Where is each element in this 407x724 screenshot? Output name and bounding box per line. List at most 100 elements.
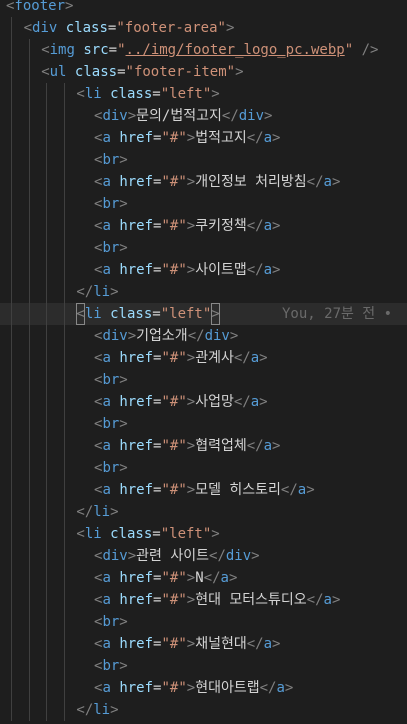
- code-line[interactable]: <li class="left">: [0, 523, 407, 545]
- indent-guide: [64, 479, 65, 501]
- indent-guide: [11, 589, 12, 611]
- code-token: 법적고지: [195, 130, 247, 146]
- code-text: <br>: [94, 149, 128, 171]
- code-text: </li>: [76, 699, 118, 721]
- code-line[interactable]: <br>: [0, 193, 407, 215]
- code-token: "#": [161, 174, 187, 190]
- indent-guide: [11, 237, 12, 259]
- code-line[interactable]: <a href="#">협력업체</a>: [0, 435, 407, 457]
- indent-guide: [29, 501, 30, 523]
- indent-guide: [64, 413, 65, 435]
- code-token: a: [263, 438, 273, 454]
- code-token: br: [102, 240, 120, 256]
- code-line[interactable]: <div>기업소개</div>: [0, 325, 407, 347]
- code-token: 채널현대: [195, 636, 247, 652]
- code-token: class: [110, 526, 153, 542]
- code-line[interactable]: <a href="#">현대아트랩</a>: [0, 677, 407, 699]
- code-token: a: [102, 174, 111, 190]
- code-text: <footer>: [6, 0, 73, 17]
- indent-guide: [64, 391, 65, 413]
- code-line[interactable]: <br>: [0, 611, 407, 633]
- code-line[interactable]: <br>: [0, 237, 407, 259]
- code-token: div: [238, 108, 265, 124]
- code-line[interactable]: <ul class="footer-item">: [0, 61, 407, 83]
- code-token: br: [102, 152, 120, 168]
- indent-guide: [11, 611, 12, 633]
- code-line[interactable]: <li class="left">: [0, 83, 407, 105]
- indent-guide: [29, 457, 30, 479]
- code-token: >: [235, 64, 244, 80]
- code-text: <a href="#">모델 히스토리</a>: [94, 479, 315, 501]
- code-text: <br>: [94, 369, 128, 391]
- code-token: br: [102, 372, 120, 388]
- code-token: 쿠키정책: [195, 218, 247, 234]
- indent-guide: [11, 369, 12, 391]
- code-token: >: [110, 504, 119, 520]
- indent-guide: [46, 677, 47, 699]
- code-line-current[interactable]: <li class="left"> You, 27분 전 •: [0, 303, 407, 325]
- code-text: <br>: [94, 457, 128, 479]
- code-line[interactable]: <a href="#">N</a>: [0, 567, 407, 589]
- code-token: >: [251, 548, 260, 564]
- code-editor[interactable]: <footer> <div class="footer-area"> <img sr…: [0, 0, 407, 724]
- code-token: >: [186, 636, 196, 652]
- code-token: >: [186, 130, 196, 146]
- code-token: li: [84, 526, 102, 542]
- code-line[interactable]: <br>: [0, 149, 407, 171]
- code-text: <a href="#">관계사</a>: [94, 347, 268, 369]
- code-line[interactable]: <a href="#">사이트맵</a>: [0, 259, 407, 281]
- code-line[interactable]: <a href="#">현대 모터스튜디오</a>: [0, 589, 407, 611]
- code-line[interactable]: <a href="#">채널현대</a>: [0, 633, 407, 655]
- code-token: href: [119, 218, 154, 234]
- code-line[interactable]: <a href="#">사업망</a>: [0, 391, 407, 413]
- code-token: >: [272, 130, 281, 146]
- code-line[interactable]: <a href="#">법적고지</a>: [0, 127, 407, 149]
- code-line[interactable]: <a href="#">개인정보 처리방침</a>: [0, 171, 407, 193]
- code-token: "#": [161, 680, 187, 696]
- code-line[interactable]: <div class="footer-area">: [0, 17, 407, 39]
- indent-guide: [11, 83, 12, 105]
- code-line[interactable]: <a href="#">쿠키정책</a>: [0, 215, 407, 237]
- code-token: N: [195, 570, 204, 586]
- indent-guide: [46, 193, 47, 215]
- indent-guide: [29, 127, 30, 149]
- code-line[interactable]: <a href="#">관계사</a>: [0, 347, 407, 369]
- code-text: <a href="#">협력업체</a>: [94, 435, 280, 457]
- indent-guide: [29, 479, 30, 501]
- code-token: a: [102, 680, 111, 696]
- code-token: a: [263, 130, 273, 146]
- indent-guide: [64, 303, 65, 325]
- code-token: <: [76, 86, 85, 102]
- indent-guide: [46, 281, 47, 303]
- code-line[interactable]: <div>관련 사이트</div>: [0, 545, 407, 567]
- code-line[interactable]: <br>: [0, 413, 407, 435]
- code-line[interactable]: <br>: [0, 457, 407, 479]
- code-token: >: [186, 592, 196, 608]
- indent-guide: [46, 149, 47, 171]
- indent-guide: [64, 83, 65, 105]
- code-token: a: [102, 482, 111, 498]
- code-line[interactable]: </li>: [0, 281, 407, 303]
- code-token: 협력업체: [195, 438, 247, 454]
- code-line[interactable]: </li>: [0, 699, 407, 721]
- code-token: "#": [161, 350, 187, 366]
- code-token: </: [280, 482, 298, 498]
- indent-guide: [29, 589, 30, 611]
- code-line[interactable]: <div>문의/법적고지</div>: [0, 105, 407, 127]
- code-token: a: [263, 262, 273, 278]
- indent-guide: [11, 39, 12, 61]
- code-line[interactable]: </li>: [0, 501, 407, 523]
- code-line[interactable]: <br>: [0, 369, 407, 391]
- code-token: =: [152, 526, 161, 542]
- code-line[interactable]: <br>: [0, 655, 407, 677]
- indent-guide: [29, 523, 30, 545]
- code-line[interactable]: <footer>: [0, 0, 407, 17]
- code-text: <a href="#">현대 모터스튜디오</a>: [94, 589, 340, 611]
- code-text: <li class="left">: [76, 303, 220, 325]
- indent-guide: [46, 435, 47, 457]
- code-line[interactable]: <img src="../img/footer_logo_pc.webp" />: [0, 39, 407, 61]
- code-token: img: [49, 42, 75, 58]
- code-line[interactable]: <a href="#">모델 히스토리</a>: [0, 479, 407, 501]
- code-token: "#": [161, 482, 187, 498]
- indent-guide: [11, 259, 12, 281]
